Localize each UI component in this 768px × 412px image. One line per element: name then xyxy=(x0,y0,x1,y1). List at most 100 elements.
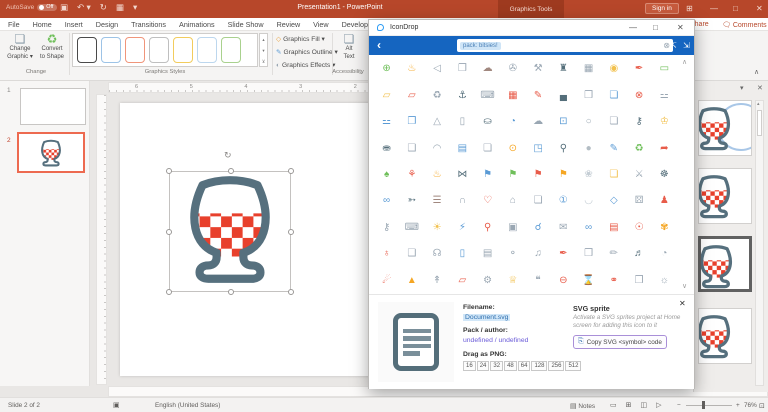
door-icon[interactable]: ▯ xyxy=(450,109,475,135)
clock-icon[interactable]: ◔ xyxy=(652,241,677,267)
cloud-icon[interactable]: ☁ xyxy=(526,109,551,135)
graphics-style-swatch-3[interactable] xyxy=(125,37,145,63)
key-icon[interactable]: ⚷ xyxy=(374,215,399,241)
eraser-icon[interactable]: ▱ xyxy=(450,268,475,294)
icondrop-close-icon[interactable]: ✕ xyxy=(677,23,684,32)
contrast-icon[interactable]: ◐ xyxy=(657,41,662,50)
convert-to-shape-button[interactable]: ♻ Convertto Shape xyxy=(38,33,66,61)
dollar-coin-icon[interactable]: ⊙ xyxy=(500,135,525,161)
graphics-outline-button[interactable]: ✎Graphics Outline ▾ xyxy=(276,48,338,56)
flame-icon[interactable]: ♨ xyxy=(425,162,450,188)
add-circle-icon[interactable]: ⊕ xyxy=(374,56,399,82)
lava-lamp-icon[interactable]: ⚘ xyxy=(399,162,424,188)
scroll-up-icon[interactable]: ▴ xyxy=(757,101,760,107)
clock-blue-icon[interactable]: ◔ xyxy=(500,109,525,135)
keyboard-icon[interactable]: ⌨ xyxy=(399,215,424,241)
png-size-16[interactable]: 16 xyxy=(463,361,476,371)
padlock-icon[interactable]: ⚷ xyxy=(627,109,652,135)
folder-icon[interactable]: ❏ xyxy=(601,162,626,188)
selection-handle[interactable] xyxy=(166,168,172,174)
design-idea-thumbnail-4[interactable] xyxy=(698,308,752,364)
detail-panel-close-icon[interactable]: ✕ xyxy=(679,299,686,308)
cigarette-icon[interactable]: ✒ xyxy=(627,56,652,82)
quotes-icon[interactable]: ❝ xyxy=(526,268,551,294)
grid-scroll-up-icon[interactable]: ∧ xyxy=(682,58,687,66)
change-graphic-button[interactable]: ❏ ChangeGraphic ▾ xyxy=(6,33,34,61)
car-icon[interactable]: ⚍ xyxy=(652,82,677,108)
gallery-down-icon[interactable]: ▾ xyxy=(260,45,267,56)
mail-icon[interactable]: ✉ xyxy=(551,215,576,241)
selection-handle[interactable] xyxy=(288,229,294,235)
pine-tree-icon[interactable]: ♠ xyxy=(374,162,399,188)
design-idea-thumbnail-3[interactable] xyxy=(698,236,752,292)
info-circle-icon[interactable]: ① xyxy=(551,188,576,214)
filename-value[interactable]: Document.svg xyxy=(463,314,510,321)
accessibility-checker-icon[interactable]: ▣ xyxy=(113,401,120,409)
graphics-style-swatch-7[interactable] xyxy=(221,37,241,63)
laptop-icon[interactable]: ⌨ xyxy=(475,82,500,108)
autosave-toggle[interactable]: AutoSave Off xyxy=(6,4,57,11)
headphones-icon[interactable]: ∩ xyxy=(450,188,475,214)
sync-document-icon[interactable]: ♻ xyxy=(627,135,652,161)
gamepad-icon[interactable]: ⚄ xyxy=(627,188,652,214)
back-icon[interactable]: ‹ xyxy=(377,38,381,52)
slideshow-view-icon[interactable]: ▷ xyxy=(656,401,661,409)
edit-document-icon[interactable]: ✎ xyxy=(601,135,626,161)
map-pin-icon[interactable]: ⚲ xyxy=(475,215,500,241)
slide-sorter-icon[interactable]: ⊞ xyxy=(626,401,632,409)
ship-wheel-icon[interactable]: ☸ xyxy=(652,162,677,188)
sign-in-button[interactable]: Sign in xyxy=(645,3,679,14)
trophy-icon[interactable]: ♕ xyxy=(500,268,525,294)
piano-icon[interactable]: ♬ xyxy=(627,241,652,267)
zoom-slider[interactable] xyxy=(686,405,732,406)
tab-design[interactable]: Design xyxy=(96,20,118,29)
parking-meter-icon[interactable]: ⚲ xyxy=(551,135,576,161)
pistol-icon[interactable]: ➳ xyxy=(399,188,424,214)
selection-handle[interactable] xyxy=(166,229,172,235)
document-icon[interactable]: ❏ xyxy=(601,109,626,135)
gallery-scroll-buttons[interactable]: ▴ ▾ ⊻ xyxy=(259,33,268,67)
slide-1-thumbnail[interactable] xyxy=(20,88,86,125)
design-pane-scrollbar[interactable]: ▴ xyxy=(755,100,764,386)
calendar-icon[interactable]: ▦ xyxy=(500,82,525,108)
grid-scroll-down-icon[interactable]: ∨ xyxy=(682,282,687,290)
notes-button[interactable]: ▤ Notes xyxy=(570,402,595,410)
sun-gear-icon[interactable]: ☼ xyxy=(652,268,677,294)
tab-view[interactable]: View xyxy=(313,20,328,29)
tab-home[interactable]: Home xyxy=(33,20,52,29)
flag-red-icon[interactable]: ⚑ xyxy=(526,162,551,188)
mouse-icon[interactable]: ⚬ xyxy=(500,241,525,267)
png-size-32[interactable]: 32 xyxy=(490,361,503,371)
medal-ribbon-icon[interactable]: ♁ xyxy=(374,241,399,267)
burger-icon[interactable]: ☰ xyxy=(425,188,450,214)
arrows-up-icon[interactable]: ↟ xyxy=(425,268,450,294)
pen-nib-icon[interactable]: ✒ xyxy=(551,241,576,267)
sofa-icon[interactable]: ▄ xyxy=(551,82,576,108)
tab-insert[interactable]: Insert xyxy=(65,20,83,29)
fire-hydrant-icon[interactable]: ♜ xyxy=(551,56,576,82)
shrink-icon[interactable]: ⇱ xyxy=(670,41,677,50)
file-icon[interactable]: ❏ xyxy=(475,135,500,161)
capsule-red-icon[interactable]: ▱ xyxy=(399,82,424,108)
minimize-icon[interactable]: — xyxy=(710,4,718,13)
music-note-icon[interactable]: ♫ xyxy=(526,241,551,267)
selection-box[interactable] xyxy=(169,171,291,292)
hourglass-icon[interactable]: ⌛ xyxy=(576,268,601,294)
message-icon[interactable]: ❑ xyxy=(399,241,424,267)
flower-icon[interactable]: ❀ xyxy=(576,162,601,188)
bar-chart-icon[interactable]: ▦ xyxy=(576,56,601,82)
microphone-icon[interactable]: ☊ xyxy=(425,241,450,267)
pencil-icon[interactable]: ✏ xyxy=(601,241,626,267)
zoom-in-icon[interactable]: + xyxy=(736,402,740,409)
close-circle-icon[interactable]: ⊗ xyxy=(627,82,652,108)
padlock-gray-icon[interactable]: ▣ xyxy=(500,215,525,241)
image-frame-icon[interactable]: ❏ xyxy=(526,188,551,214)
gear-icon[interactable]: ⚙ xyxy=(475,268,500,294)
home-icon[interactable]: ⌂ xyxy=(500,188,525,214)
lips-icon[interactable]: ◡ xyxy=(576,188,601,214)
credit-card-icon[interactable]: ▤ xyxy=(601,215,626,241)
png-size-24[interactable]: 24 xyxy=(477,361,490,371)
selection-handle[interactable] xyxy=(288,289,294,295)
rotation-handle-icon[interactable]: ↻ xyxy=(224,150,232,161)
slide-2-thumbnail[interactable] xyxy=(17,132,85,173)
